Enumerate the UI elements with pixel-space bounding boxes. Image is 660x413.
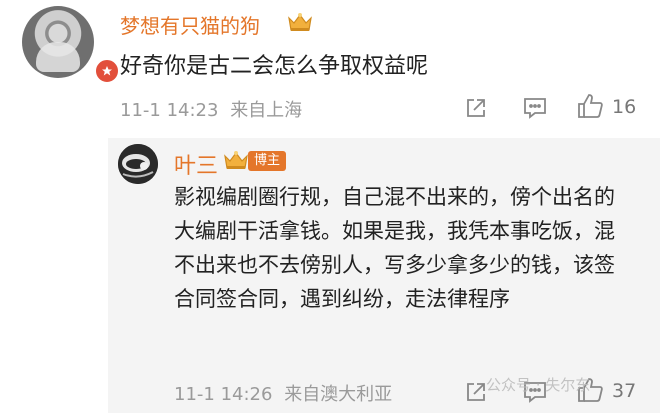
reply-avatar[interactable]: [118, 144, 158, 184]
reply-location: 来自澳大利亚: [284, 384, 393, 405]
reply-time: 11-1 14:26: [174, 384, 273, 405]
comment-text: 好奇你是古二会怎么争取权益呢: [120, 54, 429, 79]
reply-text: 影视编剧圈行规，自己混不出来的，傍个出名的大编剧干活拿钱。如果是我，我凭本事吃饭…: [174, 185, 615, 311]
watermark: 公众号 · 失尔东: [486, 376, 591, 394]
crown-icon: [288, 13, 312, 31]
comment-meta: 11-1 14:23 来自上海: [120, 96, 302, 122]
owner-badge: 博主: [248, 151, 287, 171]
crown-icon: [224, 151, 248, 169]
reply-like-count: 37: [612, 380, 637, 402]
reply-username[interactable]: 叶三: [174, 148, 218, 180]
like-icon[interactable]: [576, 92, 604, 120]
share-icon[interactable]: [464, 380, 488, 404]
reply-meta: 11-1 14:26 来自澳大利亚: [174, 380, 392, 406]
comment-time: 11-1 14:23: [120, 100, 219, 121]
like-count: 16: [612, 96, 637, 118]
comment-username[interactable]: 梦想有只猫的狗: [120, 10, 260, 39]
comment-icon[interactable]: [522, 96, 548, 120]
share-icon[interactable]: [464, 96, 488, 120]
avatar-figure: [36, 42, 80, 72]
verified-icon: [94, 58, 120, 84]
comment-location: 来自上海: [230, 100, 303, 121]
avatar[interactable]: [22, 6, 120, 84]
